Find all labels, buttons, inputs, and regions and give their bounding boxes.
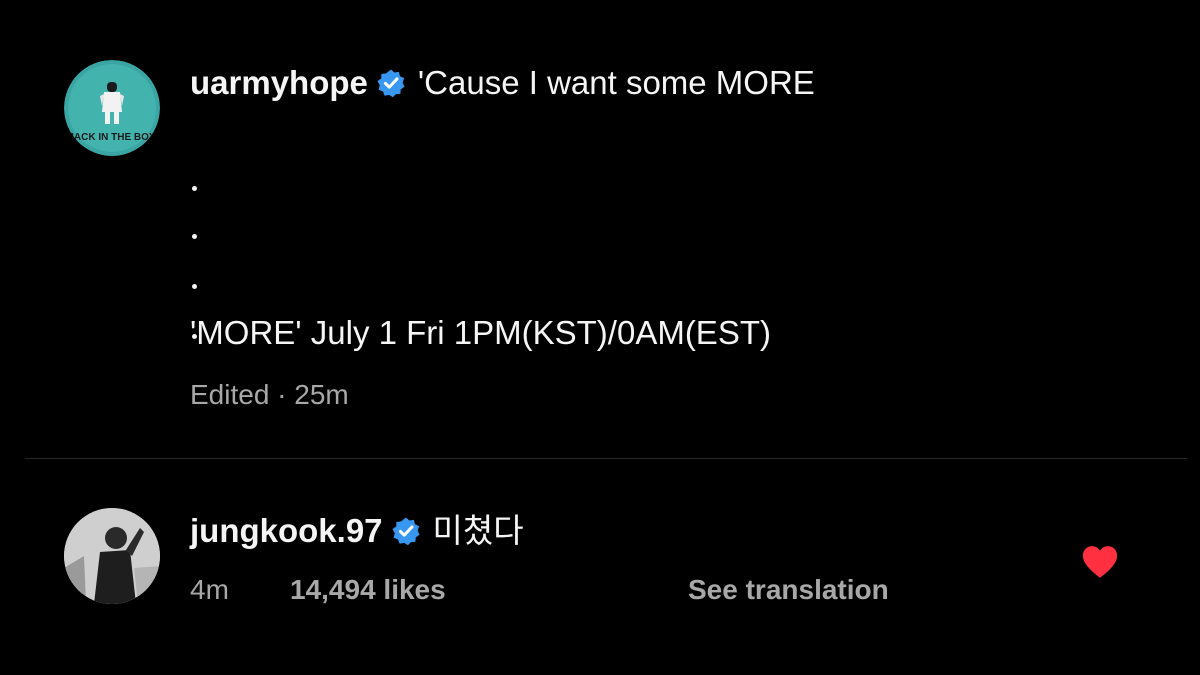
caption-body: uarmyhope 'Cause I want some MORE 'MORE'… (190, 60, 1150, 410)
comment-likes[interactable]: 14,494 likes (290, 570, 688, 610)
verified-badge-icon (391, 516, 421, 546)
caption-release-line: 'MORE' July 1 Fri 1PM(KST)/0AM(EST) (190, 314, 771, 351)
comment-meta: 4m 14,494 likes See translation (190, 570, 889, 610)
comment-time: 4m (190, 574, 229, 605)
avatar-image: JACK IN THE BOX (64, 60, 160, 156)
post-comments-view: JACK IN THE BOX uarmyhope 'Cause I want … (0, 0, 1200, 675)
comment-header: jungkook.97 미쳤다 (190, 508, 524, 554)
avatar-uarmyhope[interactable]: JACK IN THE BOX (64, 60, 160, 156)
avatar-jungkook[interactable] (64, 508, 160, 604)
svg-text:JACK IN THE BOX: JACK IN THE BOX (68, 132, 156, 143)
divider (25, 458, 1187, 459)
comment-item: jungkook.97 미쳤다 4m 14,494 likes See tran… (64, 508, 1164, 618)
heart-icon[interactable] (1081, 544, 1119, 580)
caption-edited-time: Edited · 25m (190, 379, 349, 410)
caption-username[interactable]: uarmyhope (190, 60, 368, 106)
comment-username[interactable]: jungkook.97 (190, 508, 383, 554)
caption-text: 'Cause I want some MORE (417, 64, 815, 101)
comment-text: 미쳤다 (432, 512, 524, 549)
see-translation-button[interactable]: See translation (688, 570, 889, 610)
caption-header: uarmyhope 'Cause I want some MORE (190, 60, 1150, 106)
caption-dot (192, 234, 197, 239)
caption-dots (190, 106, 1150, 339)
verified-badge-icon (376, 68, 406, 98)
caption-dot (192, 284, 197, 289)
caption-dot (192, 186, 197, 191)
avatar-image (64, 508, 160, 604)
comment-body: jungkook.97 미쳤다 4m 14,494 likes See tran… (190, 508, 889, 605)
